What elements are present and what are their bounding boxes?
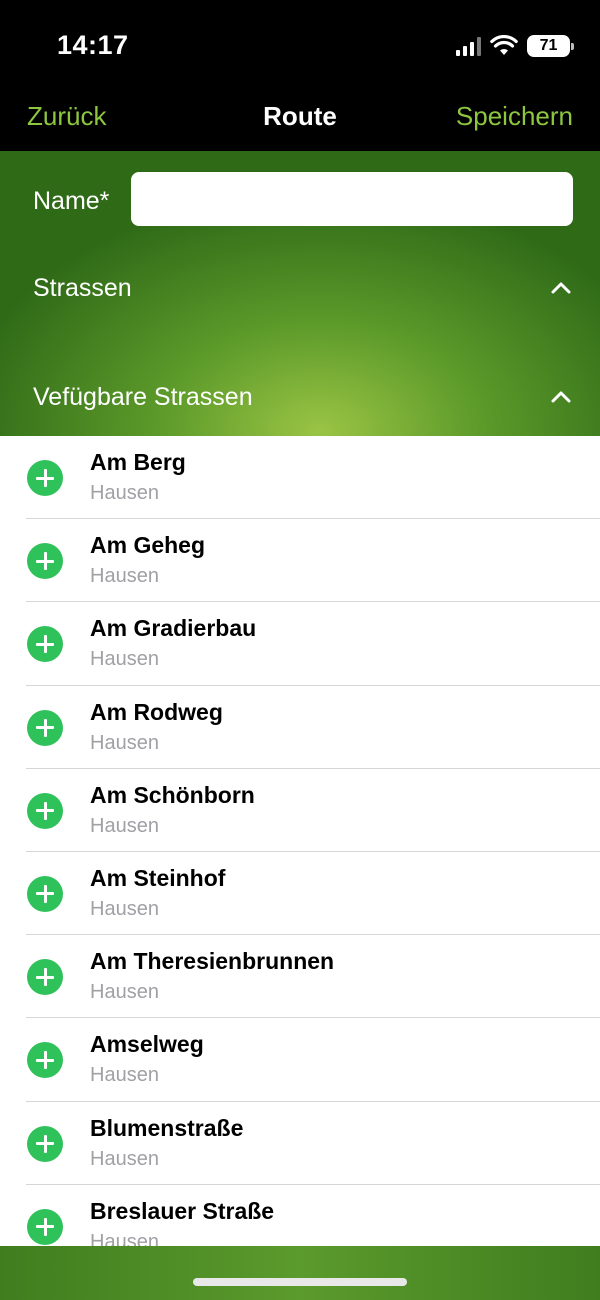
home-indicator[interactable] (193, 1278, 407, 1286)
plus-circle-icon[interactable] (27, 1042, 63, 1079)
street-town: Hausen (90, 897, 159, 920)
street-town: Hausen (90, 1147, 159, 1170)
list-item[interactable]: Am Gradierbau Hausen (0, 602, 600, 686)
street-name: Am Schönborn (90, 781, 255, 808)
plus-circle-icon[interactable] (27, 959, 63, 996)
back-button[interactable]: Zurück (27, 101, 106, 132)
list-item[interactable]: Am Steinhof Hausen (0, 852, 600, 936)
status-icons: 71 (456, 35, 574, 57)
wifi-icon (490, 35, 518, 55)
list-item[interactable]: Blumenstraße Hausen (0, 1102, 600, 1185)
section-streets-label: Strassen (33, 274, 132, 302)
section-available-streets-header[interactable]: Vefügbare Strassen (0, 369, 600, 425)
street-name: Am Berg (90, 449, 186, 475)
street-town: Hausen (90, 1064, 159, 1087)
street-name: Am Gradierbau (90, 615, 257, 642)
list-item[interactable]: Am Theresienbrunnen Hausen (0, 935, 600, 1019)
street-name: Am Geheg (90, 532, 206, 559)
list-item[interactable]: Am Schönborn Hausen (0, 769, 600, 853)
list-item[interactable]: Am Rodweg Hausen (0, 686, 600, 769)
battery-icon: 71 (527, 35, 574, 57)
plus-circle-icon[interactable] (27, 1125, 63, 1162)
list-item[interactable]: Am Geheg Hausen (0, 519, 600, 603)
bottom-bar (0, 1246, 600, 1300)
chevron-up-icon[interactable] (550, 278, 572, 296)
plus-circle-icon[interactable] (27, 875, 63, 912)
street-name: Amselweg (90, 1031, 204, 1058)
plus-circle-icon[interactable] (27, 460, 63, 496)
street-town: Hausen (90, 981, 159, 1004)
street-town: Hausen (90, 814, 159, 837)
street-town: Hausen (90, 731, 159, 754)
battery-level: 71 (539, 37, 558, 54)
street-town: Hausen (90, 565, 159, 588)
list-item[interactable]: Amselweg Hausen (0, 1018, 600, 1102)
status-time: 14:17 (57, 30, 129, 60)
section-streets-header[interactable]: Strassen (0, 260, 600, 316)
chevron-up-icon[interactable] (550, 387, 572, 405)
plus-circle-icon[interactable] (27, 543, 63, 580)
name-label: Name* (33, 187, 110, 215)
street-name: Am Steinhof (90, 864, 226, 891)
name-input[interactable] (131, 172, 573, 226)
plus-circle-icon[interactable] (27, 1208, 63, 1245)
route-form-header: Name* Strassen Vefügbare Strassen (0, 151, 600, 436)
list-item[interactable]: Am Berg Hausen (0, 436, 600, 520)
street-town: Hausen (90, 482, 159, 504)
list-item[interactable]: Breslauer Straße Hausen (0, 1185, 600, 1248)
street-name: Blumenstraße (90, 1114, 244, 1141)
status-bar: 14:17 71 (0, 0, 600, 95)
plus-circle-icon[interactable] (27, 792, 63, 829)
cellular-signal-icon (456, 36, 481, 56)
plus-circle-icon[interactable] (27, 709, 63, 746)
available-streets-list: Am Berg Hausen Am Geheg Hausen Am Gradie… (0, 436, 600, 1248)
street-name: Breslauer Straße (90, 1197, 275, 1224)
street-town: Hausen (90, 648, 159, 671)
section-available-streets-label: Vefügbare Strassen (33, 383, 253, 411)
save-button[interactable]: Speichern (456, 101, 573, 132)
street-name: Am Theresienbrunnen (90, 948, 335, 975)
street-name: Am Rodweg (90, 698, 223, 725)
navigation-bar: Zurück Route Speichern (0, 95, 600, 151)
plus-circle-icon[interactable] (27, 626, 63, 663)
